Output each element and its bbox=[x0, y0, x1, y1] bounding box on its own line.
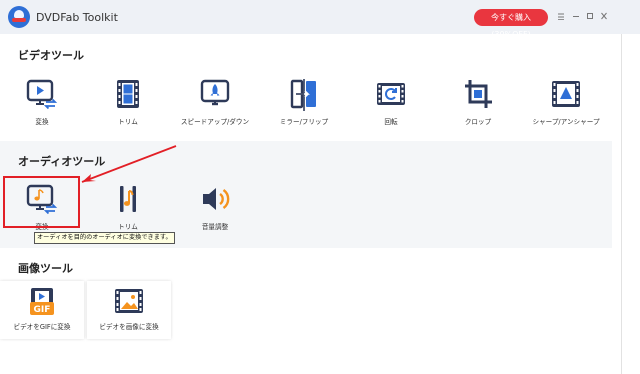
annotation-arrow bbox=[81, 145, 177, 183]
tooltip: オーディオを目的のオーディオに変換できます。 bbox=[34, 232, 175, 244]
